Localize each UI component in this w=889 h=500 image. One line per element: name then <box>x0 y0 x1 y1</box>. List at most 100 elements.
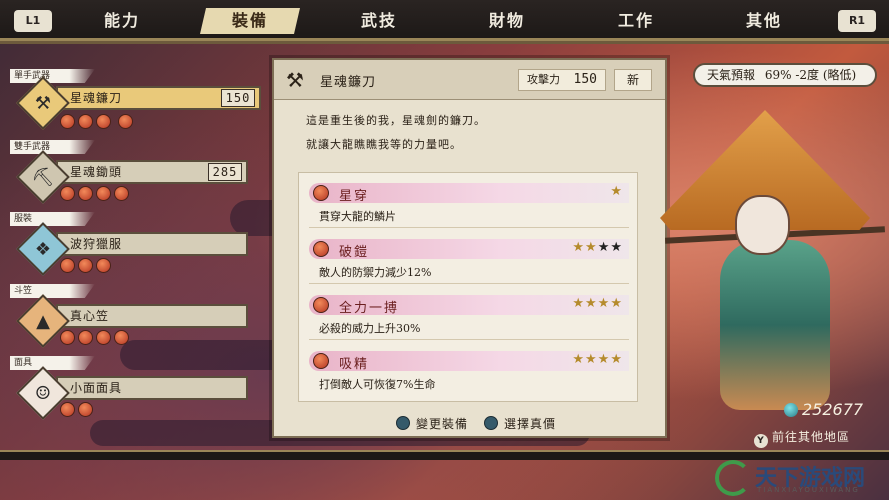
attack-value: 150 <box>573 72 597 87</box>
skill-gem-icon <box>313 353 329 369</box>
character-body-art <box>720 240 830 410</box>
goto-other-area-button[interactable]: Y 前往其他地區 <box>754 428 850 448</box>
controller-button-icon <box>396 416 410 430</box>
equip-name: 波狩獵服 <box>70 237 123 251</box>
currency-value: 252677 <box>802 400 864 419</box>
detail-weapon-name: 星魂鐮刀 <box>320 75 377 90</box>
gem-icon <box>60 114 75 129</box>
equip-value: 150 <box>221 89 255 107</box>
gem-icon <box>96 330 111 345</box>
skill-desc: 打倒敵人可恢復7%生命 <box>319 378 436 391</box>
gem-icon <box>96 258 111 273</box>
slot-category-label: 斗笠 <box>10 284 95 298</box>
skill-stars: ★ <box>610 184 623 199</box>
skill-item[interactable]: 破鎧 ★★★★ 敵人的防禦力減少12% <box>309 239 629 287</box>
currency-gem-icon <box>784 403 798 417</box>
skill-header: 破鎧 ★★★★ <box>309 239 629 260</box>
equip-name: 真心笠 <box>70 309 110 323</box>
tab-work[interactable]: 工作 <box>586 8 686 34</box>
gem-icon <box>78 258 93 273</box>
watermark-logo-icon <box>715 460 751 496</box>
gem-icon <box>78 186 93 201</box>
top-nav: L1 R1 能力 裝備 武技 財物 工作 其他 <box>0 0 889 44</box>
nav-rail <box>0 38 889 41</box>
skill-gem-icon <box>313 241 329 257</box>
gem-icon <box>78 330 93 345</box>
controller-button-icon <box>484 416 498 430</box>
weather-label: 天氣預報 <box>707 68 756 82</box>
equip-slot-hat[interactable]: 真心笠 <box>56 304 248 328</box>
prev-tab-button[interactable]: L1 <box>14 10 52 32</box>
equip-name: 小面面具 <box>70 381 123 395</box>
y-button-icon: Y <box>754 434 768 448</box>
skill-stars: ★★★★ <box>572 296 623 311</box>
sickle-icon: ⚒ <box>286 68 304 92</box>
currency-display: 252677 <box>784 400 863 419</box>
skill-stars: ★★★★ <box>572 352 623 367</box>
hint-label: 選擇真價 <box>504 417 557 431</box>
skill-item[interactable]: 星穿 ★ 貫穿大龍的鱗片 <box>309 183 629 231</box>
change-equipment-hint[interactable]: 變更裝備 <box>396 415 468 432</box>
skill-list: 星穿 ★ 貫穿大龍的鱗片 破鎧 ★★★★ 敵人的防禦力減少12% 全力一搏 ★★… <box>298 172 638 402</box>
skill-name: 全力一搏 <box>339 301 400 316</box>
gem-icon <box>60 330 75 345</box>
skill-desc: 貫穿大龍的鱗片 <box>319 210 396 223</box>
equip-value: 285 <box>208 163 242 181</box>
gem-icon <box>78 114 93 129</box>
equip-slot-mask[interactable]: 小面面具 <box>56 376 248 400</box>
skill-name: 破鎧 <box>339 245 370 260</box>
skill-desc: 必殺的威力上升30% <box>319 322 421 335</box>
detail-header: ⚒ 星魂鐮刀 攻擊力 150 新 <box>274 60 665 100</box>
attack-stat: 攻擊力 150 <box>518 69 606 91</box>
divider <box>309 283 629 284</box>
skill-gem-icon <box>313 185 329 201</box>
tab-martial-arts[interactable]: 武技 <box>329 8 429 34</box>
weather-forecast: 天氣預報 69% -2度 (略低) <box>693 63 877 87</box>
equip-slot-two-hand[interactable]: 星魂鋤頭 285 <box>56 160 248 184</box>
skill-gem-icon <box>313 297 329 313</box>
skill-header: 全力一搏 ★★★★ <box>309 295 629 316</box>
goto-label: 前往其他地區 <box>772 430 851 444</box>
attack-label: 攻擊力 <box>527 73 560 86</box>
skill-name: 吸精 <box>339 357 370 372</box>
skill-desc: 敵人的防禦力減少12% <box>319 266 432 279</box>
description-line: 就讓大龍瞧瞧我等的力量吧。 <box>306 138 462 151</box>
skill-stars: ★★★★ <box>572 240 623 255</box>
equipment-detail-panel: ⚒ 星魂鐮刀 攻擊力 150 新 這是重生後的我，星魂劍的鐮刀。 就讓大龍瞧瞧我… <box>272 58 667 438</box>
divider <box>309 227 629 228</box>
equip-name: 星魂鋤頭 <box>70 165 123 179</box>
skill-item[interactable]: 吸精 ★★★★ 打倒敵人可恢復7%生命 <box>309 351 629 399</box>
tab-other[interactable]: 其他 <box>714 8 814 34</box>
gem-icon <box>60 186 75 201</box>
slot-category-label: 面具 <box>10 356 95 370</box>
tab-ability[interactable]: 能力 <box>72 8 172 34</box>
equip-slot-one-hand[interactable]: 星魂鐮刀 150 <box>56 86 261 110</box>
select-value-hint[interactable]: 選擇真價 <box>484 415 556 432</box>
divider <box>309 339 629 340</box>
skill-item[interactable]: 全力一搏 ★★★★ 必殺的威力上升30% <box>309 295 629 343</box>
gem-icon <box>114 186 129 201</box>
gem-icon <box>60 258 75 273</box>
hint-label: 變更裝備 <box>416 417 469 431</box>
new-badge: 新 <box>614 69 652 91</box>
gem-icon <box>60 402 75 417</box>
skill-name: 星穿 <box>339 189 370 204</box>
slot-category-label: 單手武器 <box>10 69 95 83</box>
skill-header: 星穿 ★ <box>309 183 629 204</box>
skill-header: 吸精 ★★★★ <box>309 351 629 372</box>
gem-icon <box>114 330 129 345</box>
equip-name: 星魂鐮刀 <box>70 91 123 105</box>
next-tab-button[interactable]: R1 <box>838 10 876 32</box>
watermark-subtext: TIANXIAYOUXIWANG <box>757 486 860 494</box>
gem-icon <box>96 186 111 201</box>
equip-slot-clothing[interactable]: 波狩獵服 <box>56 232 248 256</box>
character-mask-art <box>735 195 790 255</box>
gem-icon <box>118 114 133 129</box>
gem-icon <box>78 402 93 417</box>
gem-icon <box>96 114 111 129</box>
slot-category-label: 雙手武器 <box>10 140 95 154</box>
tab-equipment[interactable]: 裝備 <box>200 8 300 34</box>
site-watermark: 天下游戏网 TIANXIAYOUXIWANG <box>715 458 889 500</box>
slot-category-label: 服裝 <box>10 212 95 226</box>
tab-items[interactable]: 財物 <box>457 8 557 34</box>
